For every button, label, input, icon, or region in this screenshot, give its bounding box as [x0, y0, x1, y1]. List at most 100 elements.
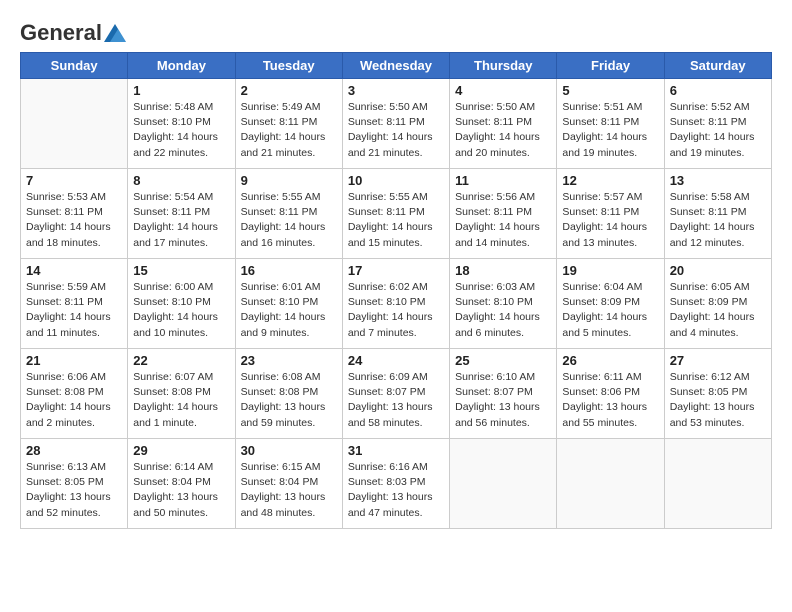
calendar-cell: 5 Sunrise: 5:51 AMSunset: 8:11 PMDaylight…: [557, 79, 664, 169]
day-info: Sunrise: 5:55 AMSunset: 8:11 PMDaylight:…: [241, 190, 337, 251]
day-number: 18: [455, 263, 551, 278]
day-number: 28: [26, 443, 122, 458]
header: General: [20, 20, 772, 42]
calendar-cell: 10 Sunrise: 5:55 AMSunset: 8:11 PMDayligh…: [342, 169, 449, 259]
calendar-cell: [21, 79, 128, 169]
calendar-cell: 13 Sunrise: 5:58 AMSunset: 8:11 PMDayligh…: [664, 169, 771, 259]
calendar-cell: 21Sunrise: 6:06 AMSunset: 8:08 PMDayligh…: [21, 349, 128, 439]
day-number: 4: [455, 83, 551, 98]
day-number: 7: [26, 173, 122, 188]
day-info: Sunrise: 6:14 AMSunset: 8:04 PMDaylight:…: [133, 460, 229, 521]
calendar-cell: 22Sunrise: 6:07 AMSunset: 8:08 PMDayligh…: [128, 349, 235, 439]
day-header-saturday: Saturday: [664, 53, 771, 79]
day-info: Sunrise: 6:05 AMSunset: 8:09 PMDaylight:…: [670, 280, 766, 341]
calendar-cell: 18 Sunrise: 6:03 AMSunset: 8:10 PMDayligh…: [450, 259, 557, 349]
day-info: Sunrise: 6:00 AMSunset: 8:10 PMDaylight:…: [133, 280, 229, 341]
day-info: Sunrise: 6:02 AMSunset: 8:10 PMDaylight:…: [348, 280, 444, 341]
day-info: Sunrise: 5:50 AMSunset: 8:11 PMDaylight:…: [348, 100, 444, 161]
day-number: 31: [348, 443, 444, 458]
day-number: 5: [562, 83, 658, 98]
day-number: 12: [562, 173, 658, 188]
calendar-cell: 31 Sunrise: 6:16 AMSunset: 8:03 PMDayligh…: [342, 439, 449, 529]
calendar-cell: 11 Sunrise: 5:56 AMSunset: 8:11 PMDayligh…: [450, 169, 557, 259]
calendar-cell: 29 Sunrise: 6:14 AMSunset: 8:04 PMDayligh…: [128, 439, 235, 529]
week-row-2: 7 Sunrise: 5:53 AMSunset: 8:11 PMDaylight…: [21, 169, 772, 259]
day-header-monday: Monday: [128, 53, 235, 79]
calendar-cell: 24Sunrise: 6:09 AMSunset: 8:07 PMDayligh…: [342, 349, 449, 439]
day-info: Sunrise: 6:09 AMSunset: 8:07 PMDaylight:…: [348, 370, 444, 431]
logo: General: [20, 20, 126, 42]
calendar-cell: 26 Sunrise: 6:11 AMSunset: 8:06 PMDayligh…: [557, 349, 664, 439]
calendar-cell: 2 Sunrise: 5:49 AMSunset: 8:11 PMDaylight…: [235, 79, 342, 169]
day-number: 6: [670, 83, 766, 98]
calendar-cell: 8 Sunrise: 5:54 AMSunset: 8:11 PMDaylight…: [128, 169, 235, 259]
day-info: Sunrise: 5:58 AMSunset: 8:11 PMDaylight:…: [670, 190, 766, 251]
day-number: 27: [670, 353, 766, 368]
day-info: Sunrise: 6:06 AMSunset: 8:08 PMDaylight:…: [26, 370, 122, 431]
week-row-5: 28 Sunrise: 6:13 AMSunset: 8:05 PMDayligh…: [21, 439, 772, 529]
calendar-cell: 1 Sunrise: 5:48 AMSunset: 8:10 PMDaylight…: [128, 79, 235, 169]
day-info: Sunrise: 6:01 AMSunset: 8:10 PMDaylight:…: [241, 280, 337, 341]
day-info: Sunrise: 6:08 AMSunset: 8:08 PMDaylight:…: [241, 370, 337, 431]
calendar-cell: 3 Sunrise: 5:50 AMSunset: 8:11 PMDaylight…: [342, 79, 449, 169]
calendar-cell: 14Sunrise: 5:59 AMSunset: 8:11 PMDayligh…: [21, 259, 128, 349]
week-row-4: 21Sunrise: 6:06 AMSunset: 8:08 PMDayligh…: [21, 349, 772, 439]
day-number: 16: [241, 263, 337, 278]
day-info: Sunrise: 5:53 AMSunset: 8:11 PMDaylight:…: [26, 190, 122, 251]
logo-icon: [104, 24, 126, 42]
calendar-cell: [450, 439, 557, 529]
week-row-3: 14Sunrise: 5:59 AMSunset: 8:11 PMDayligh…: [21, 259, 772, 349]
day-info: Sunrise: 5:59 AMSunset: 8:11 PMDaylight:…: [26, 280, 122, 341]
day-header-thursday: Thursday: [450, 53, 557, 79]
day-info: Sunrise: 5:54 AMSunset: 8:11 PMDaylight:…: [133, 190, 229, 251]
day-info: Sunrise: 6:16 AMSunset: 8:03 PMDaylight:…: [348, 460, 444, 521]
day-number: 10: [348, 173, 444, 188]
calendar-cell: 7 Sunrise: 5:53 AMSunset: 8:11 PMDaylight…: [21, 169, 128, 259]
day-info: Sunrise: 6:11 AMSunset: 8:06 PMDaylight:…: [562, 370, 658, 431]
day-info: Sunrise: 5:50 AMSunset: 8:11 PMDaylight:…: [455, 100, 551, 161]
calendar-cell: 16 Sunrise: 6:01 AMSunset: 8:10 PMDayligh…: [235, 259, 342, 349]
day-number: 11: [455, 173, 551, 188]
day-number: 15: [133, 263, 229, 278]
day-header-sunday: Sunday: [21, 53, 128, 79]
calendar-cell: 17 Sunrise: 6:02 AMSunset: 8:10 PMDayligh…: [342, 259, 449, 349]
day-number: 17: [348, 263, 444, 278]
day-number: 13: [670, 173, 766, 188]
calendar-header-row: SundayMondayTuesdayWednesdayThursdayFrid…: [21, 53, 772, 79]
day-number: 26: [562, 353, 658, 368]
day-number: 20: [670, 263, 766, 278]
day-number: 19: [562, 263, 658, 278]
day-info: Sunrise: 6:12 AMSunset: 8:05 PMDaylight:…: [670, 370, 766, 431]
day-info: Sunrise: 5:48 AMSunset: 8:10 PMDaylight:…: [133, 100, 229, 161]
day-number: 3: [348, 83, 444, 98]
day-number: 2: [241, 83, 337, 98]
day-info: Sunrise: 6:03 AMSunset: 8:10 PMDaylight:…: [455, 280, 551, 341]
day-number: 30: [241, 443, 337, 458]
logo-general: General: [20, 20, 102, 46]
day-info: Sunrise: 6:13 AMSunset: 8:05 PMDaylight:…: [26, 460, 122, 521]
calendar-cell: 19 Sunrise: 6:04 AMSunset: 8:09 PMDayligh…: [557, 259, 664, 349]
calendar-cell: 25Sunrise: 6:10 AMSunset: 8:07 PMDayligh…: [450, 349, 557, 439]
day-info: Sunrise: 5:56 AMSunset: 8:11 PMDaylight:…: [455, 190, 551, 251]
day-info: Sunrise: 6:04 AMSunset: 8:09 PMDaylight:…: [562, 280, 658, 341]
day-info: Sunrise: 5:49 AMSunset: 8:11 PMDaylight:…: [241, 100, 337, 161]
calendar-cell: 15 Sunrise: 6:00 AMSunset: 8:10 PMDayligh…: [128, 259, 235, 349]
day-header-friday: Friday: [557, 53, 664, 79]
calendar-cell: 20 Sunrise: 6:05 AMSunset: 8:09 PMDayligh…: [664, 259, 771, 349]
day-info: Sunrise: 5:55 AMSunset: 8:11 PMDaylight:…: [348, 190, 444, 251]
calendar-cell: 6 Sunrise: 5:52 AMSunset: 8:11 PMDaylight…: [664, 79, 771, 169]
calendar-cell: 9 Sunrise: 5:55 AMSunset: 8:11 PMDaylight…: [235, 169, 342, 259]
day-info: Sunrise: 5:51 AMSunset: 8:11 PMDaylight:…: [562, 100, 658, 161]
day-number: 29: [133, 443, 229, 458]
calendar-cell: 28 Sunrise: 6:13 AMSunset: 8:05 PMDayligh…: [21, 439, 128, 529]
calendar-cell: 30Sunrise: 6:15 AMSunset: 8:04 PMDayligh…: [235, 439, 342, 529]
day-number: 8: [133, 173, 229, 188]
day-number: 1: [133, 83, 229, 98]
day-info: Sunrise: 6:10 AMSunset: 8:07 PMDaylight:…: [455, 370, 551, 431]
week-row-1: 1 Sunrise: 5:48 AMSunset: 8:10 PMDaylight…: [21, 79, 772, 169]
calendar: SundayMondayTuesdayWednesdayThursdayFrid…: [20, 52, 772, 529]
day-number: 23: [241, 353, 337, 368]
day-number: 9: [241, 173, 337, 188]
day-info: Sunrise: 5:52 AMSunset: 8:11 PMDaylight:…: [670, 100, 766, 161]
day-number: 22: [133, 353, 229, 368]
